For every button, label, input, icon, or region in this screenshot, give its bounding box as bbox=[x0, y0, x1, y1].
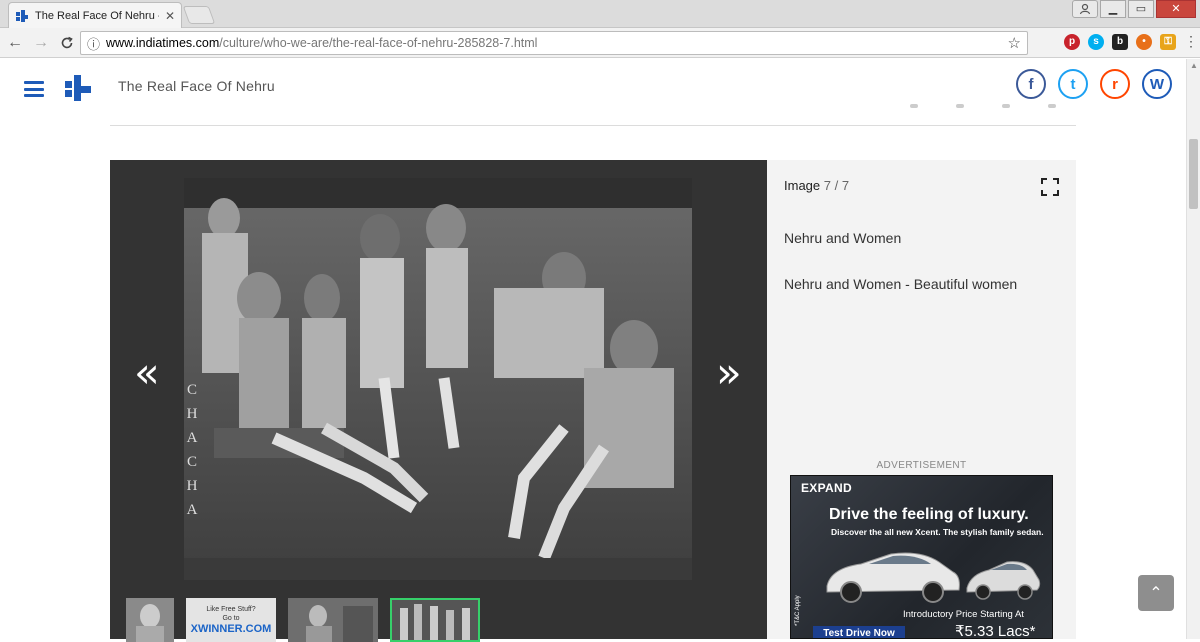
url-path: /culture/who-we-are/the-real-face-of-neh… bbox=[219, 36, 538, 50]
faded-share-dots bbox=[910, 104, 1056, 108]
skype-extension-icon[interactable]: s bbox=[1088, 33, 1104, 50]
close-window-button[interactable]: ✕ bbox=[1156, 0, 1196, 18]
site-favicon-icon bbox=[15, 9, 29, 23]
scroll-up-icon[interactable]: ▲ bbox=[1190, 61, 1198, 70]
page-scrollbar[interactable]: ▲ bbox=[1186, 59, 1200, 639]
tab-title: The Real Face Of Nehru - bbox=[35, 9, 159, 22]
maximize-button[interactable]: ▭ bbox=[1128, 0, 1154, 18]
reload-button[interactable] bbox=[54, 30, 80, 56]
header-divider bbox=[110, 125, 1076, 126]
b-extension-icon[interactable]: b bbox=[1112, 33, 1128, 50]
image-counter: Image 7 / 7 bbox=[784, 178, 850, 193]
tab-close-icon[interactable]: ✕ bbox=[165, 9, 175, 23]
social-share-bar: f t r W bbox=[1016, 69, 1172, 99]
indiatimes-logo[interactable] bbox=[64, 75, 92, 101]
page-title: The Real Face Of Nehru bbox=[118, 78, 275, 94]
advertisement-label: ADVERTISEMENT bbox=[876, 460, 967, 471]
new-tab-button[interactable] bbox=[182, 6, 216, 24]
chrome-menu-icon[interactable]: ⋮ bbox=[1184, 33, 1198, 50]
ad-headline: Drive the feeling of luxury. bbox=[829, 506, 1029, 523]
bookmark-star-icon[interactable]: ☆ bbox=[1008, 34, 1021, 52]
site-info-icon[interactable]: ⓘ bbox=[87, 34, 100, 53]
whatsapp-share-icon[interactable]: W bbox=[1142, 69, 1172, 99]
user-profile-icon[interactable] bbox=[1072, 0, 1098, 18]
url-host: www.indiatimes.com bbox=[106, 36, 220, 50]
reddit-share-icon[interactable]: r bbox=[1100, 69, 1130, 99]
ad-expand-button[interactable]: EXPAND bbox=[801, 481, 852, 495]
test-drive-button[interactable]: Test Drive Now bbox=[813, 626, 905, 638]
ad-terms: *T&C Apply bbox=[795, 595, 801, 626]
thumbnail-1[interactable] bbox=[126, 598, 174, 642]
image-gallery: CHACHA « » Like Free Stuff? Go to XWINNE… bbox=[110, 160, 767, 642]
browser-tab-strip: The Real Face Of Nehru - ✕ ▁ ▭ ✕ bbox=[0, 0, 1200, 28]
facebook-share-icon[interactable]: f bbox=[1016, 69, 1046, 99]
car-advertisement[interactable]: EXPAND Drive the feeling of luxury. Disc… bbox=[790, 475, 1053, 639]
key-extension-icon[interactable]: ⚿ bbox=[1160, 33, 1176, 50]
browser-toolbar: ← → ⓘ www.indiatimes.com/culture/who-we-… bbox=[0, 28, 1200, 58]
browser-tab-active[interactable]: The Real Face Of Nehru - ✕ bbox=[8, 2, 182, 28]
ad-price: ₹5.33 Lacs* bbox=[955, 623, 1036, 639]
fullscreen-icon[interactable] bbox=[1041, 178, 1059, 196]
next-image-button[interactable]: » bbox=[716, 352, 742, 394]
orange-extension-icon[interactable]: • bbox=[1136, 33, 1152, 50]
minimize-button[interactable]: ▁ bbox=[1100, 0, 1126, 18]
twitter-share-icon[interactable]: t bbox=[1058, 69, 1088, 99]
caption-text: Nehru and Women - Beautiful women bbox=[784, 276, 1018, 292]
forward-button[interactable]: → bbox=[28, 30, 54, 56]
scrollbar-thumb[interactable] bbox=[1189, 139, 1198, 209]
ad-price-label: Introductory Price Starting At bbox=[903, 609, 1024, 620]
extension-icons: p s b • ⚿ ⋮ bbox=[1064, 33, 1198, 50]
back-to-top-button[interactable]: ⌃ bbox=[1138, 575, 1174, 611]
ad-subheadline: Discover the all new Xcent. The stylish … bbox=[831, 527, 1044, 537]
thumbnail-ad[interactable]: Like Free Stuff? Go to XWINNER.COM bbox=[186, 598, 276, 642]
previous-image-button[interactable]: « bbox=[134, 352, 160, 394]
thumbnail-active[interactable] bbox=[390, 598, 480, 642]
caption-title: Nehru and Women bbox=[784, 230, 902, 246]
gallery-photo[interactable]: CHACHA bbox=[184, 178, 692, 580]
address-bar[interactable]: ⓘ www.indiatimes.com/culture/who-we-are/… bbox=[80, 31, 1028, 55]
window-controls: ▁ ▭ ✕ bbox=[1072, 0, 1196, 18]
photo-overlay-text: CHACHA bbox=[186, 382, 198, 518]
back-button[interactable]: ← bbox=[2, 30, 28, 56]
car-image bbox=[821, 546, 1041, 615]
pinterest-extension-icon[interactable]: p bbox=[1064, 33, 1080, 50]
thumbnail-3[interactable] bbox=[288, 598, 378, 642]
hamburger-menu-icon[interactable] bbox=[24, 81, 44, 97]
gallery-thumbnails: Like Free Stuff? Go to XWINNER.COM bbox=[126, 598, 480, 642]
